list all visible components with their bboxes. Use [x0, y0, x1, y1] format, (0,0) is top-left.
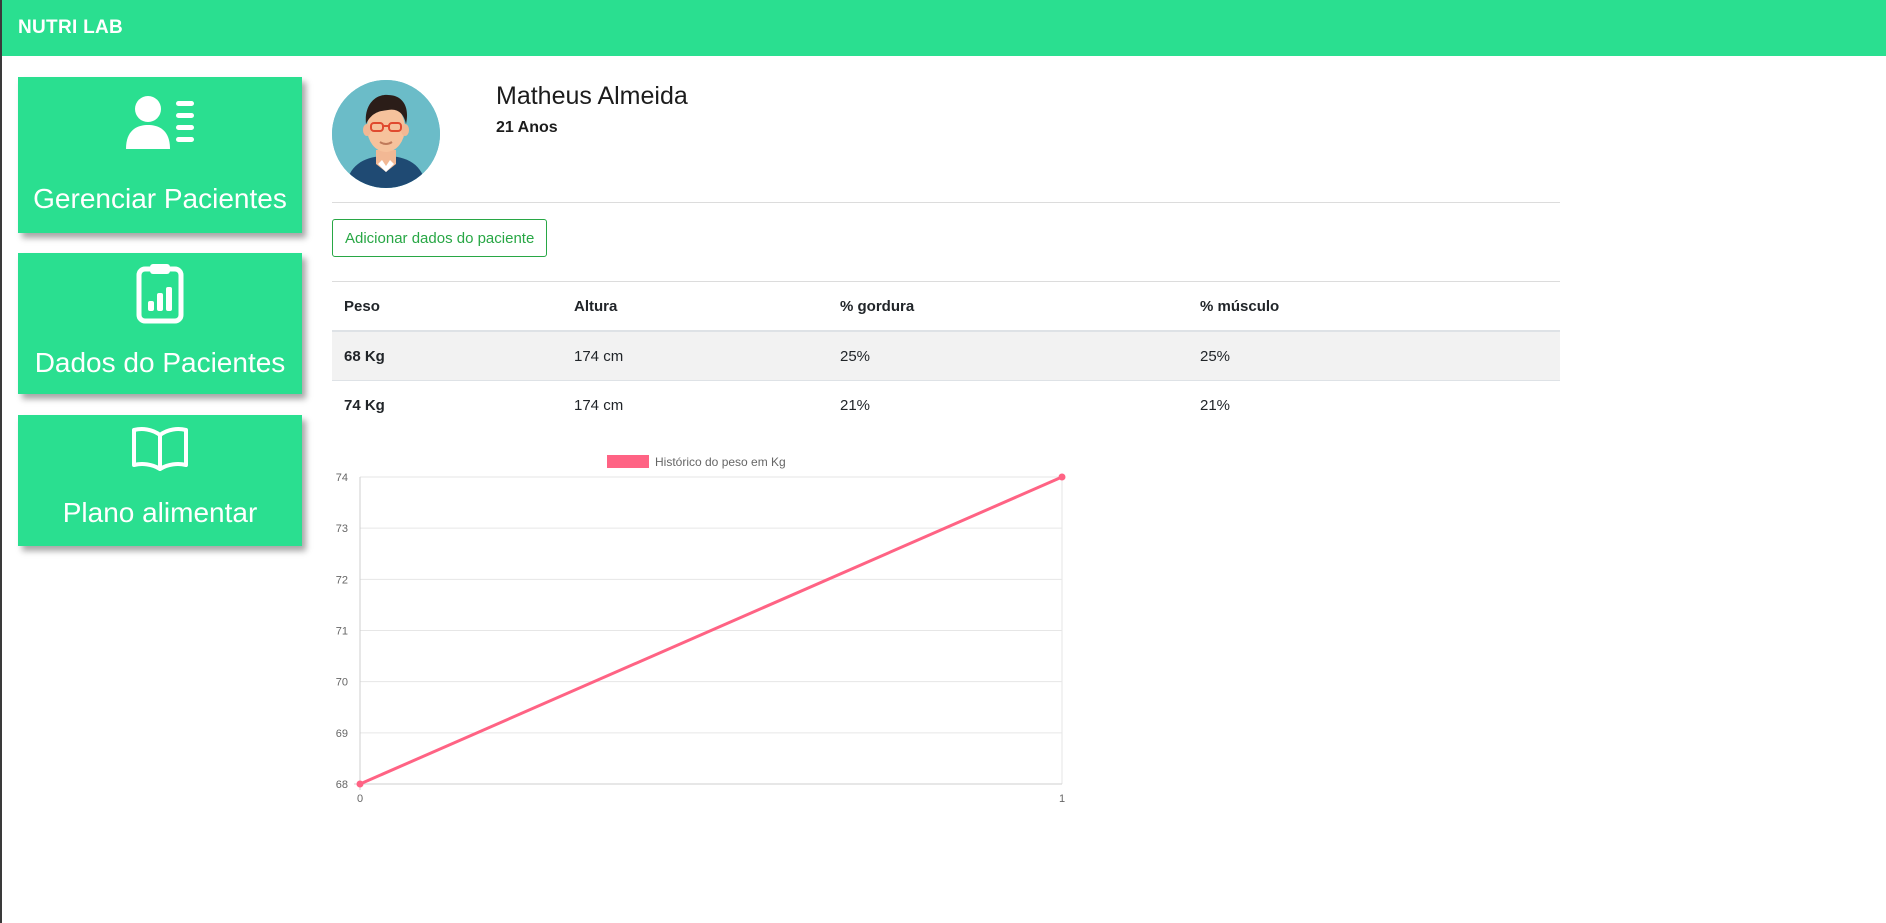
- table-row: 74 Kg 174 cm 21% 21%: [332, 381, 1560, 430]
- sidebar-item-label: Plano alimentar: [62, 497, 258, 528]
- legend-label: Histórico do peso em Kg: [655, 455, 786, 469]
- app-brand[interactable]: NUTRI LAB: [18, 17, 123, 39]
- sidebar-item-label: Dados do Pacientes: [34, 347, 286, 378]
- cell-musculo: 21%: [1200, 396, 1231, 414]
- y-tick-label: 68: [336, 779, 348, 791]
- patient-data-table: Peso Altura % gordura % músculo 68 Kg 17…: [332, 282, 1560, 429]
- cell-gordura: 25%: [828, 331, 1188, 381]
- cell-altura: 174 cm: [574, 396, 624, 414]
- sidebar-item-dados-do-pacientes[interactable]: Dados do Pacientes: [18, 253, 302, 394]
- column-header-peso: Peso: [332, 282, 562, 332]
- legend-swatch: [607, 455, 649, 468]
- cell-peso: 68 Kg: [332, 331, 562, 381]
- column-header-gordura: % gordura: [828, 282, 1188, 332]
- sidebar-item-label: Gerenciar Pacientes: [33, 183, 287, 214]
- x-tick-label: 1: [1059, 793, 1065, 805]
- top-navbar: NUTRI LAB: [2, 0, 1886, 56]
- y-tick-label: 73: [336, 523, 348, 535]
- cell-gordura: 21%: [840, 396, 871, 414]
- cell-altura: 174 cm: [562, 331, 828, 381]
- patient-avatar: [332, 80, 440, 188]
- column-header-musculo: % músculo: [1188, 282, 1560, 332]
- data-point: [356, 780, 364, 788]
- open-book-icon: [130, 425, 190, 476]
- patient-age: 21 Anos: [496, 119, 558, 136]
- table-row: 68 Kg 174 cm 25% 25%: [332, 331, 1560, 381]
- cell-peso: 74 Kg: [344, 396, 385, 414]
- weight-history-chart: 68 69 70 71 72 73 74 0 1 Histórico do peso em Kg: [336, 455, 1066, 805]
- divider: [332, 202, 1560, 203]
- y-tick-label: 72: [336, 574, 348, 586]
- y-tick-label: 70: [336, 677, 348, 689]
- sidebar-item-gerenciar-pacientes[interactable]: Gerenciar Pacientes: [18, 77, 302, 233]
- table-header-row: Peso Altura % gordura % músculo: [332, 282, 1560, 332]
- y-tick-label: 71: [336, 626, 348, 638]
- data-point: [1058, 473, 1066, 481]
- cell-musculo: 25%: [1188, 331, 1560, 381]
- patient-name: Matheus Almeida: [496, 82, 688, 110]
- sidebar-item-plano-alimentar[interactable]: Plano alimentar: [18, 415, 302, 546]
- add-patient-data-button[interactable]: Adicionar dados do paciente: [332, 219, 548, 257]
- y-tick-label: 74: [336, 472, 348, 484]
- y-tick-label: 69: [336, 728, 348, 740]
- x-tick-label: 0: [357, 793, 363, 805]
- user-list-icon: [124, 93, 196, 156]
- column-header-altura: Altura: [562, 282, 828, 332]
- clipboard-chart-icon: [135, 263, 185, 330]
